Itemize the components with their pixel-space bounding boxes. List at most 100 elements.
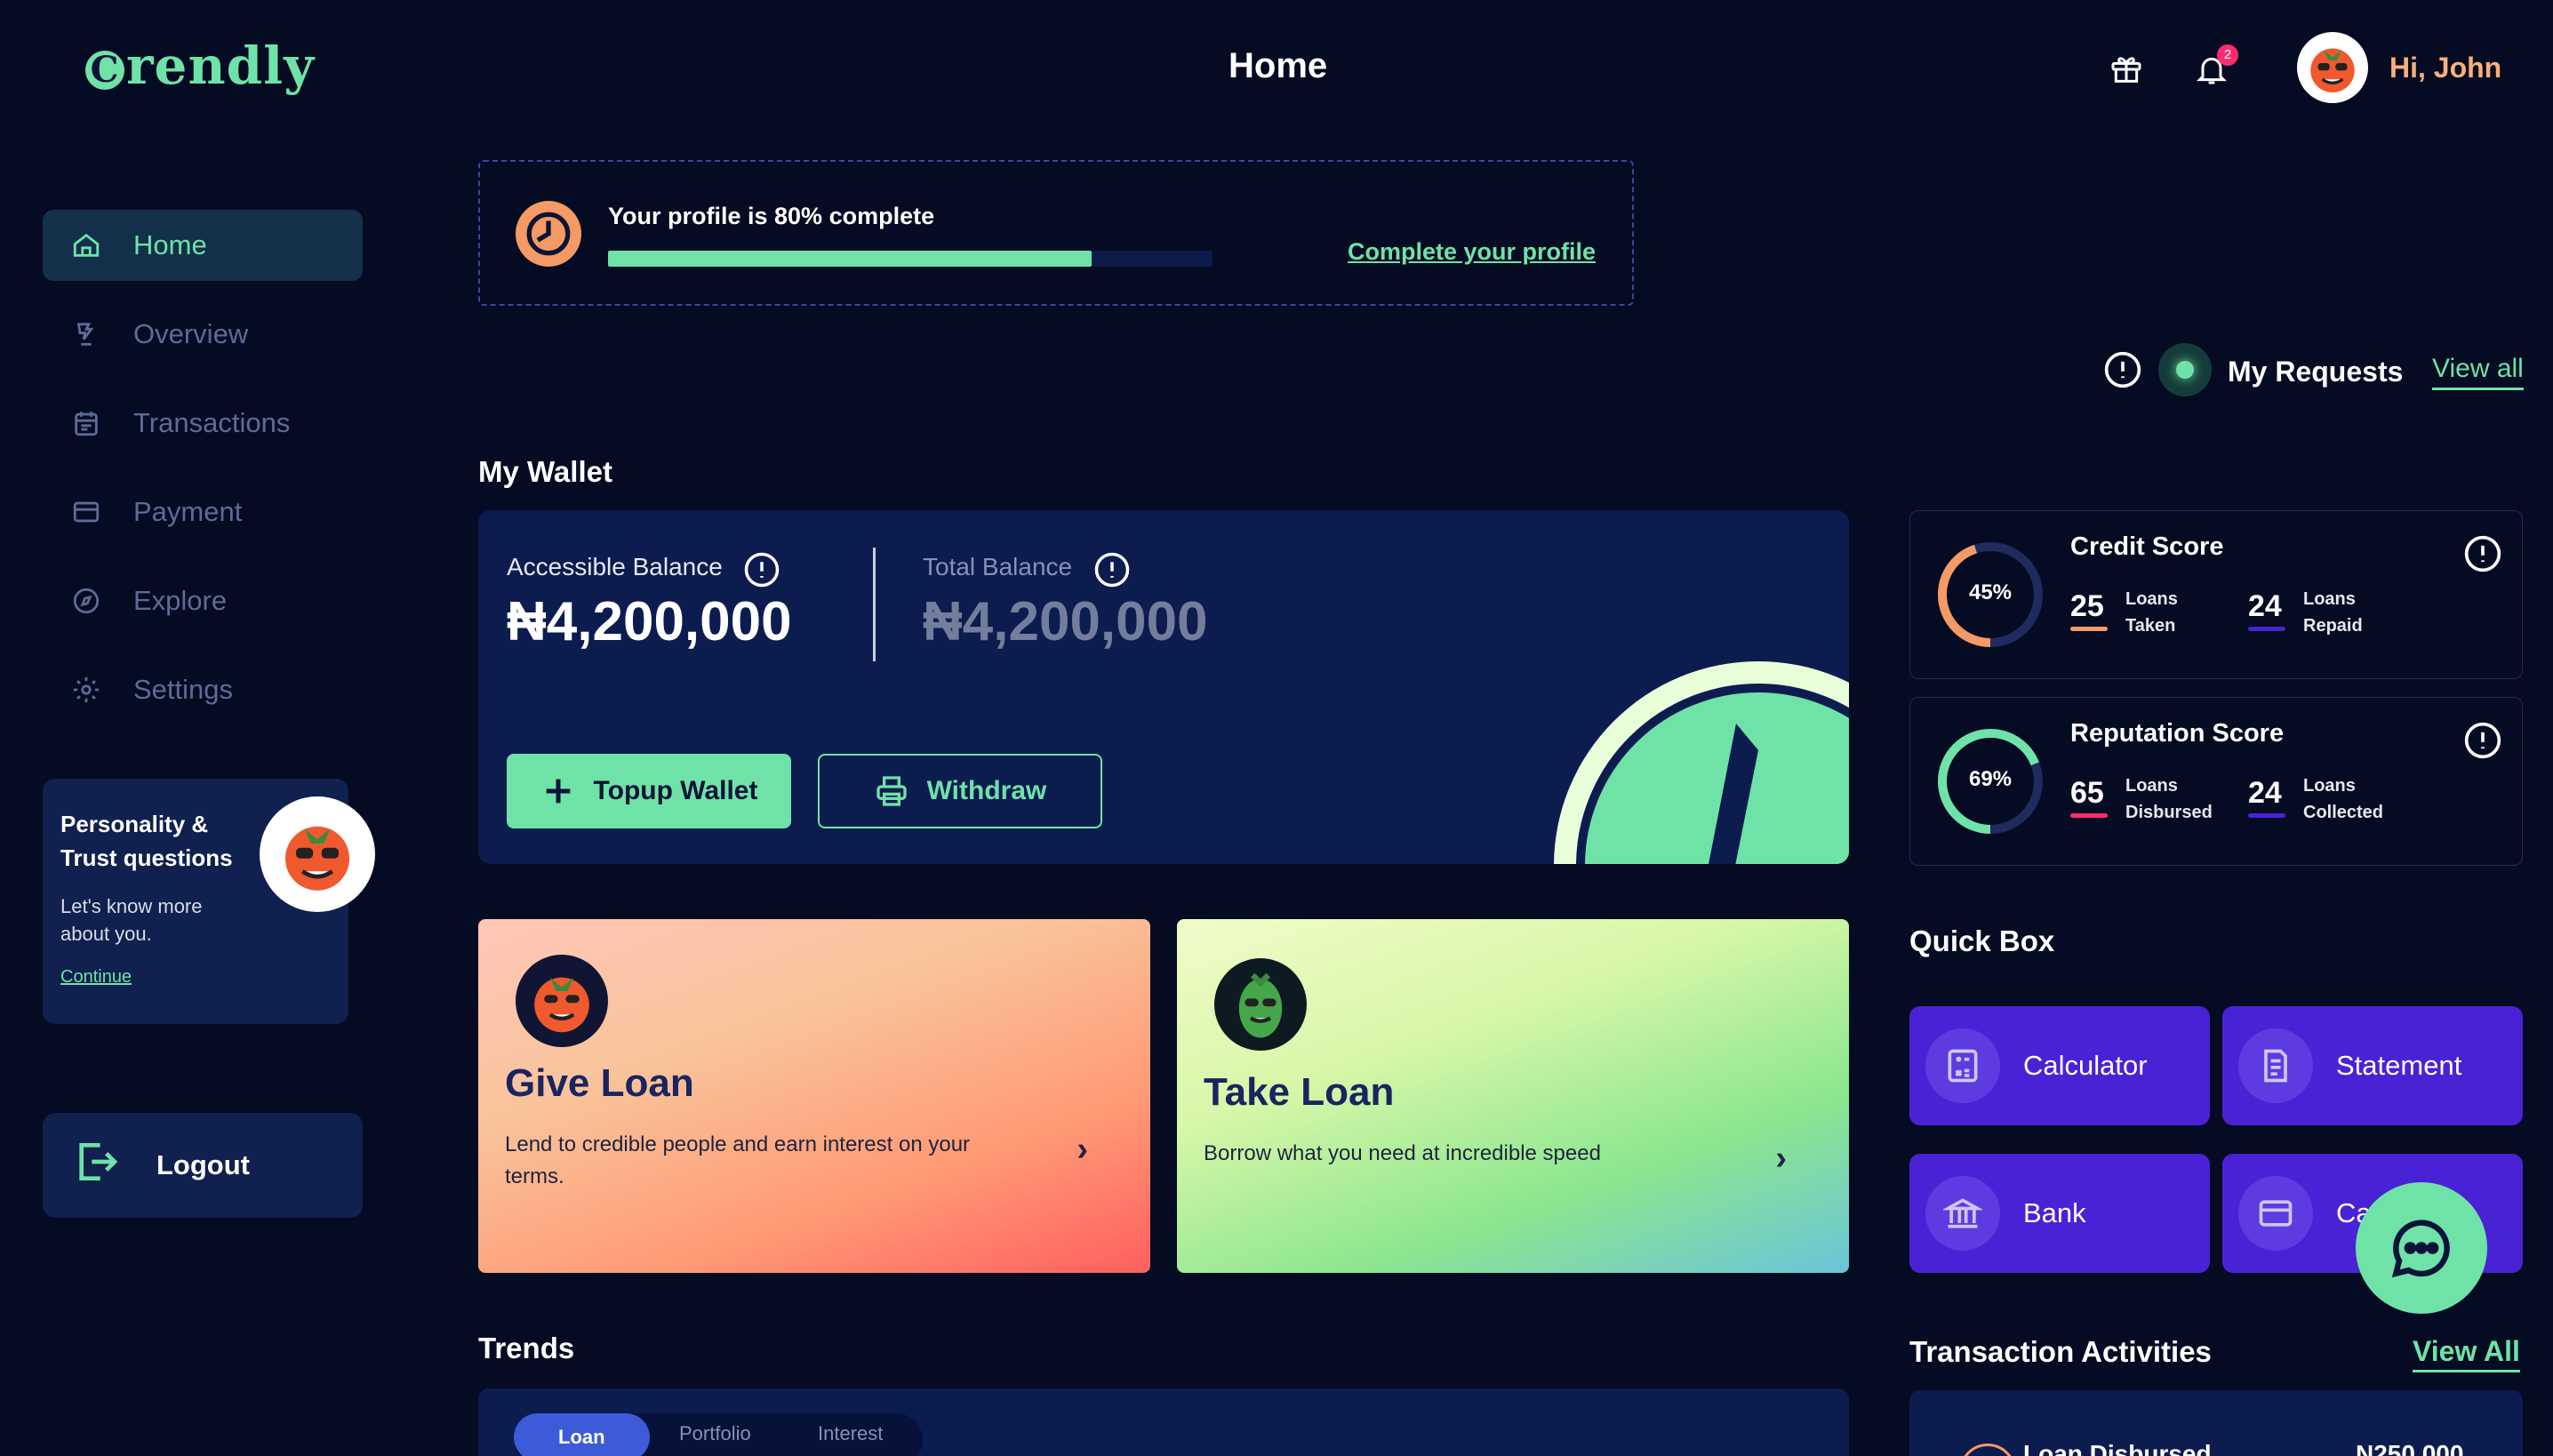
loans-taken-indicator bbox=[2070, 627, 2108, 631]
chevron-right-icon: › bbox=[1775, 1140, 1787, 1177]
logout-icon bbox=[71, 1137, 121, 1194]
notification-badge: 2 bbox=[2217, 44, 2238, 66]
tab-interest[interactable]: Interest bbox=[818, 1422, 883, 1445]
avatar[interactable] bbox=[2297, 32, 2368, 103]
overview-icon bbox=[69, 317, 103, 351]
logout-label: Logout bbox=[156, 1149, 251, 1180]
profile-progress-fill bbox=[608, 251, 1092, 267]
quick-box-label: Bank bbox=[2023, 1197, 2086, 1228]
credit-score-percent: 45% bbox=[1968, 580, 2013, 604]
sidebar-item-label: Home bbox=[133, 229, 207, 260]
sidebar-item-transactions[interactable]: Transactions bbox=[43, 388, 363, 459]
statement-icon bbox=[2238, 1028, 2313, 1103]
continue-link[interactable]: Continue bbox=[60, 967, 132, 988]
balance-divider bbox=[873, 548, 876, 661]
cucumber-avatar-icon bbox=[1238, 972, 1283, 1038]
transactions-icon bbox=[69, 406, 103, 440]
take-loan-title: Take Loan bbox=[1204, 1070, 1395, 1114]
my-requests-title: My Requests bbox=[2228, 356, 2404, 388]
profile-completion-text: Your profile is 80% complete bbox=[608, 203, 935, 229]
quick-box-calculator[interactable]: Calculator bbox=[1909, 1006, 2210, 1125]
tomato-avatar-icon bbox=[534, 977, 589, 1033]
app-logo[interactable]: Crendly bbox=[85, 36, 315, 96]
take-loan-description: Borrow what you need at incredible speed bbox=[1204, 1141, 1601, 1165]
logout-button[interactable]: Logout bbox=[43, 1113, 363, 1218]
tomato-avatar-icon bbox=[2310, 48, 2355, 93]
quick-box-bank[interactable]: Bank bbox=[1909, 1154, 2210, 1273]
transaction-row-title: Loan Disbursed bbox=[2023, 1440, 2212, 1456]
info-icon[interactable] bbox=[2103, 350, 2142, 389]
sidebar-item-settings[interactable]: Settings bbox=[43, 654, 363, 725]
loans-collected-value: 24 bbox=[2248, 776, 2282, 810]
give-loan-card[interactable]: Give Loan Lend to credible people and ea… bbox=[478, 919, 1150, 1273]
loans-disbursed-label: Loans Disbursed bbox=[2125, 776, 2213, 822]
sidebar-item-label: Explore bbox=[133, 585, 228, 616]
info-icon[interactable] bbox=[2463, 721, 2502, 760]
loans-repaid-label: Loans Repaid bbox=[2303, 589, 2363, 636]
credit-score-title: Credit Score bbox=[2070, 532, 2224, 561]
quick-box-title: Quick Box bbox=[1909, 924, 2055, 957]
personality-card-description: Let's know more about you. bbox=[60, 895, 203, 945]
logo-text: rendly bbox=[126, 36, 315, 96]
topup-label: Topup Wallet bbox=[593, 776, 758, 805]
withdraw-label: Withdraw bbox=[926, 776, 1047, 805]
clock-icon bbox=[516, 201, 581, 267]
card-icon bbox=[2238, 1176, 2313, 1251]
card-icon bbox=[69, 495, 103, 529]
requests-view-all-link[interactable]: View all bbox=[2432, 354, 2524, 390]
reputation-score-percent: 69% bbox=[1968, 767, 2013, 791]
user-greeting[interactable]: Hi, John bbox=[2389, 52, 2501, 84]
sidebar-item-label: Transactions bbox=[133, 407, 291, 438]
calculator-icon bbox=[1925, 1028, 2000, 1103]
loans-taken-value: 25 bbox=[2070, 589, 2104, 623]
take-loan-card[interactable]: Take Loan Borrow what you need at incred… bbox=[1177, 919, 1849, 1273]
transaction-icon bbox=[1959, 1444, 2016, 1456]
info-icon[interactable] bbox=[743, 551, 780, 588]
tab-portfolio[interactable]: Portfolio bbox=[679, 1422, 751, 1445]
bank-icon bbox=[1925, 1176, 2000, 1251]
reputation-score-title: Reputation Score bbox=[2070, 719, 2285, 748]
chat-icon bbox=[2391, 1220, 2450, 1278]
profile-completion-card bbox=[478, 160, 1634, 306]
gear-icon bbox=[69, 673, 103, 707]
topup-wallet-button[interactable]: Topup Wallet bbox=[507, 754, 791, 828]
tab-loan[interactable]: Loan bbox=[514, 1413, 650, 1456]
wallet-section-title: My Wallet bbox=[478, 455, 612, 488]
page-title: Home bbox=[1228, 46, 1328, 85]
transaction-activities-title: Transaction Activities bbox=[1909, 1335, 2212, 1368]
chat-button[interactable] bbox=[2356, 1182, 2487, 1314]
compass-icon bbox=[69, 584, 103, 618]
sidebar-item-payment[interactable]: Payment bbox=[43, 476, 363, 548]
accessible-balance-value: ₦4,200,000 bbox=[507, 591, 792, 652]
quick-box-label: Calculator bbox=[2023, 1050, 2148, 1081]
reputation-score-card: 69% Reputation Score 65 Loans Disbursed 2… bbox=[1909, 697, 2523, 866]
status-indicator bbox=[2158, 343, 2212, 396]
withdraw-button[interactable]: Withdraw bbox=[818, 754, 1102, 828]
accessible-balance-label: Accessible Balance bbox=[507, 553, 723, 580]
trends-title: Trends bbox=[478, 1332, 575, 1364]
info-icon[interactable] bbox=[1093, 551, 1131, 588]
gift-icon[interactable] bbox=[2109, 52, 2144, 87]
transactions-view-all-link[interactable]: View All bbox=[2413, 1335, 2520, 1372]
loans-collected-indicator bbox=[2248, 813, 2285, 818]
loans-disbursed-indicator bbox=[2070, 813, 2108, 818]
personality-avatar bbox=[260, 796, 375, 912]
profile-progress-bar bbox=[608, 251, 1212, 267]
quick-box-statement[interactable]: Statement bbox=[2222, 1006, 2523, 1125]
give-loan-title: Give Loan bbox=[505, 1061, 694, 1105]
sidebar-item-label: Payment bbox=[133, 496, 243, 527]
total-balance-value: ₦4,200,000 bbox=[923, 591, 1208, 652]
sidebar-item-overview[interactable]: Overview bbox=[43, 299, 363, 370]
quick-box-label: Statement bbox=[2336, 1050, 2462, 1081]
loans-collected-label: Loans Collected bbox=[2303, 776, 2384, 822]
sidebar-item-explore[interactable]: Explore bbox=[43, 565, 363, 636]
info-icon[interactable] bbox=[2463, 534, 2502, 573]
sidebar-item-home[interactable]: Home bbox=[43, 210, 363, 281]
credit-score-card: 45% Credit Score 25 Loans Taken 24 Loans R… bbox=[1909, 510, 2523, 679]
loans-repaid-indicator bbox=[2248, 627, 2285, 631]
logo-mark: C bbox=[85, 51, 124, 90]
personality-card-title: Personality & Trust questions bbox=[60, 811, 233, 871]
total-balance-label: Total Balance bbox=[923, 553, 1073, 580]
complete-profile-link[interactable]: Complete your profile bbox=[1348, 238, 1596, 266]
transaction-row-amount: N250,000 bbox=[2356, 1440, 2464, 1456]
